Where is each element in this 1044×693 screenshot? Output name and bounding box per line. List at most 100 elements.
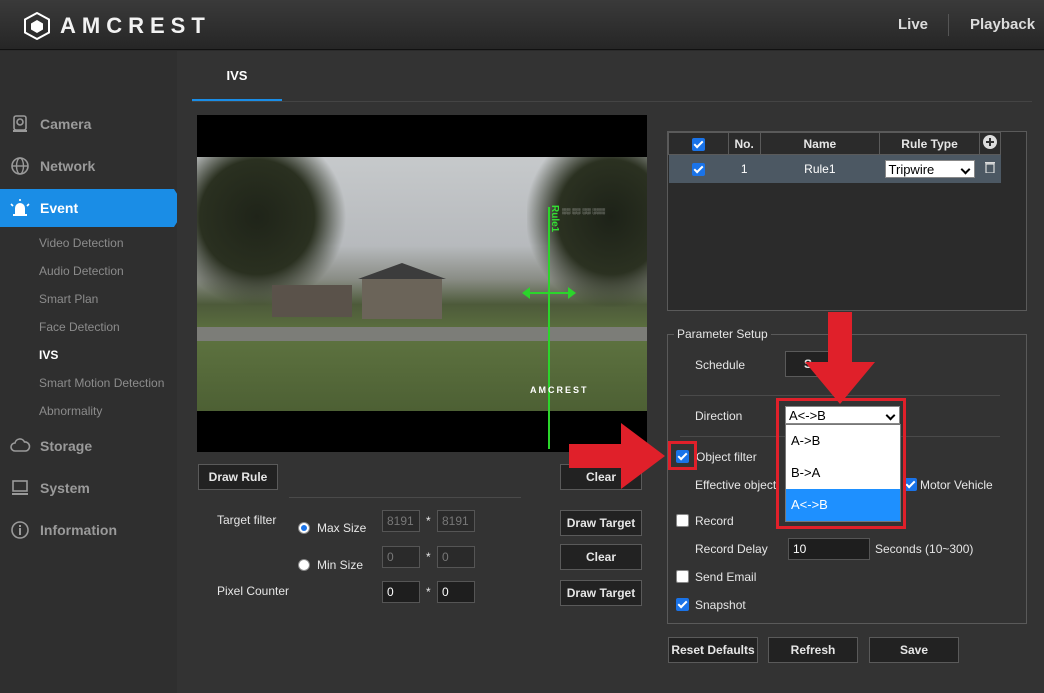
add-rule-icon[interactable] bbox=[983, 135, 997, 149]
sidebar-item-information[interactable]: Information bbox=[0, 511, 177, 549]
row-no: 1 bbox=[728, 154, 761, 183]
alarm-icon bbox=[8, 196, 32, 220]
nav-divider bbox=[948, 14, 949, 36]
sidebar-item-network[interactable]: Network bbox=[0, 147, 177, 185]
times-sign: * bbox=[426, 514, 431, 528]
row-checkbox[interactable] bbox=[691, 162, 705, 176]
min-height-input[interactable]: 0 bbox=[437, 546, 475, 568]
add-rule-cell[interactable] bbox=[979, 132, 1001, 155]
sidebar-item-label: Information bbox=[40, 522, 117, 538]
rule-type-select[interactable]: Tripwire bbox=[884, 159, 975, 178]
record-label: Record bbox=[695, 514, 734, 528]
parameter-setup-title: Parameter Setup bbox=[674, 327, 771, 341]
tripwire-rule-label: Rule1 bbox=[549, 205, 560, 233]
draw-rule-button[interactable]: Draw Rule bbox=[198, 464, 278, 490]
annotation-direction-box bbox=[776, 398, 906, 529]
globe-icon bbox=[8, 154, 32, 178]
pixel-counter-draw-target-button[interactable]: Draw Target bbox=[560, 580, 642, 606]
col-rule-type: Rule Type bbox=[879, 132, 980, 155]
min-size-radio[interactable] bbox=[298, 559, 310, 571]
tab-underline bbox=[192, 101, 1032, 102]
record-delay-input[interactable]: 10 bbox=[788, 538, 870, 560]
sidebar-sub-ivs[interactable]: IVS bbox=[39, 348, 58, 362]
select-all-checkbox[interactable] bbox=[691, 137, 705, 151]
row-delete-cell[interactable] bbox=[979, 154, 1001, 183]
sidebar-sub-smart-motion-detection[interactable]: Smart Motion Detection bbox=[39, 376, 164, 390]
record-checkbox[interactable] bbox=[676, 514, 689, 527]
info-icon bbox=[8, 518, 32, 542]
send-email-label: Send Email bbox=[695, 570, 757, 584]
motor-vehicle-label: Motor Vehicle bbox=[920, 478, 993, 492]
sidebar-item-label: Network bbox=[40, 158, 96, 174]
send-email-checkbox[interactable] bbox=[676, 570, 689, 583]
target-filter-label: Target filter bbox=[217, 513, 277, 527]
pixel-counter-width-input[interactable]: 0 bbox=[382, 581, 420, 603]
sidebar-sub-video-detection[interactable]: Video Detection bbox=[39, 236, 124, 250]
row-rule-type-cell[interactable]: Tripwire bbox=[879, 154, 980, 183]
draw-target-button[interactable]: Draw Target bbox=[560, 510, 642, 536]
scene-house-center bbox=[358, 263, 446, 319]
trash-icon[interactable] bbox=[985, 161, 995, 174]
save-button[interactable]: Save bbox=[869, 637, 959, 663]
sidebar-sub-face-detection[interactable]: Face Detection bbox=[39, 320, 120, 334]
max-width-input[interactable]: 8191 bbox=[382, 510, 420, 532]
scene-house-left bbox=[272, 285, 352, 317]
annotation-object-filter-box bbox=[668, 441, 697, 470]
clear-target-button[interactable]: Clear bbox=[560, 544, 642, 570]
table-row[interactable]: 1 Rule1 Tripwire bbox=[668, 154, 1001, 183]
max-height-input[interactable]: 8191 bbox=[437, 510, 475, 532]
snapshot-checkbox[interactable] bbox=[676, 598, 689, 611]
nav-live-link[interactable]: Live bbox=[898, 16, 928, 33]
times-sign: * bbox=[426, 550, 431, 564]
rules-table-panel: No. Name Rule Type 1 Rule1 Tripwire bbox=[667, 131, 1027, 311]
nav-playback-link[interactable]: Playback bbox=[970, 16, 1035, 33]
sidebar-item-system[interactable]: System bbox=[0, 469, 177, 507]
sidebar: Camera Network Event Video Detection Aud… bbox=[0, 51, 186, 693]
main-content: IVS ░░ ░░ ░░ ░░░ Rule1 AMCREST Draw Rule… bbox=[177, 51, 1044, 693]
sidebar-item-event[interactable]: Event bbox=[0, 189, 186, 227]
max-size-radio[interactable] bbox=[298, 522, 310, 534]
sidebar-item-storage[interactable]: Storage bbox=[0, 427, 177, 465]
min-size-label: Min Size bbox=[317, 558, 364, 572]
sidebar-item-label: Camera bbox=[40, 116, 92, 132]
annotation-arrow-right-icon bbox=[569, 423, 665, 489]
camera-scene: ░░ ░░ ░░ ░░░ bbox=[197, 157, 647, 411]
camera-icon bbox=[8, 112, 32, 136]
direction-arrow-icon bbox=[522, 287, 576, 299]
sidebar-item-label: System bbox=[40, 480, 90, 496]
refresh-button[interactable]: Refresh bbox=[768, 637, 858, 663]
live-video-preview[interactable]: ░░ ░░ ░░ ░░░ Rule1 AMCREST bbox=[197, 115, 647, 452]
sidebar-sub-abnormality[interactable]: Abnormality bbox=[39, 404, 102, 418]
object-filter-label: Object filter bbox=[696, 450, 757, 464]
record-delay-unit: Seconds (10~300) bbox=[875, 542, 974, 556]
schedule-label: Schedule bbox=[695, 358, 746, 372]
brand-name: AMCREST bbox=[60, 13, 211, 38]
scene-road bbox=[197, 327, 647, 341]
sidebar-item-label: Event bbox=[40, 200, 79, 216]
sidebar-item-label: Storage bbox=[40, 438, 93, 454]
pixel-counter-height-input[interactable]: 0 bbox=[437, 581, 475, 603]
effective-object-label: Effective object bbox=[695, 478, 777, 492]
direction-label: Direction bbox=[695, 409, 743, 423]
times-sign: * bbox=[426, 585, 431, 599]
select-all-checkbox-cell[interactable] bbox=[668, 132, 729, 155]
col-name: Name bbox=[759, 132, 881, 155]
reset-defaults-button[interactable]: Reset Defaults bbox=[668, 637, 758, 663]
row-checkbox-cell[interactable] bbox=[668, 154, 729, 183]
max-size-label: Max Size bbox=[317, 521, 367, 535]
timestamp-overlay: ░░ ░░ ░░ ░░░ bbox=[562, 209, 606, 215]
min-width-input[interactable]: 0 bbox=[382, 546, 420, 568]
row-name: Rule1 bbox=[760, 154, 880, 183]
snapshot-label: Snapshot bbox=[695, 598, 746, 612]
video-watermark: AMCREST bbox=[530, 385, 589, 395]
tripwire-line[interactable] bbox=[548, 207, 550, 449]
pixel-counter-label: Pixel Counter bbox=[217, 584, 290, 598]
sidebar-sub-audio-detection[interactable]: Audio Detection bbox=[39, 264, 124, 278]
col-no: No. bbox=[727, 132, 761, 155]
controls-divider bbox=[289, 497, 521, 498]
sidebar-item-camera[interactable]: Camera bbox=[0, 105, 177, 143]
tab-ivs[interactable]: IVS bbox=[192, 51, 282, 102]
amcrest-hex-icon bbox=[24, 12, 50, 40]
sidebar-sub-smart-plan[interactable]: Smart Plan bbox=[39, 292, 98, 306]
record-delay-label: Record Delay bbox=[695, 542, 768, 556]
